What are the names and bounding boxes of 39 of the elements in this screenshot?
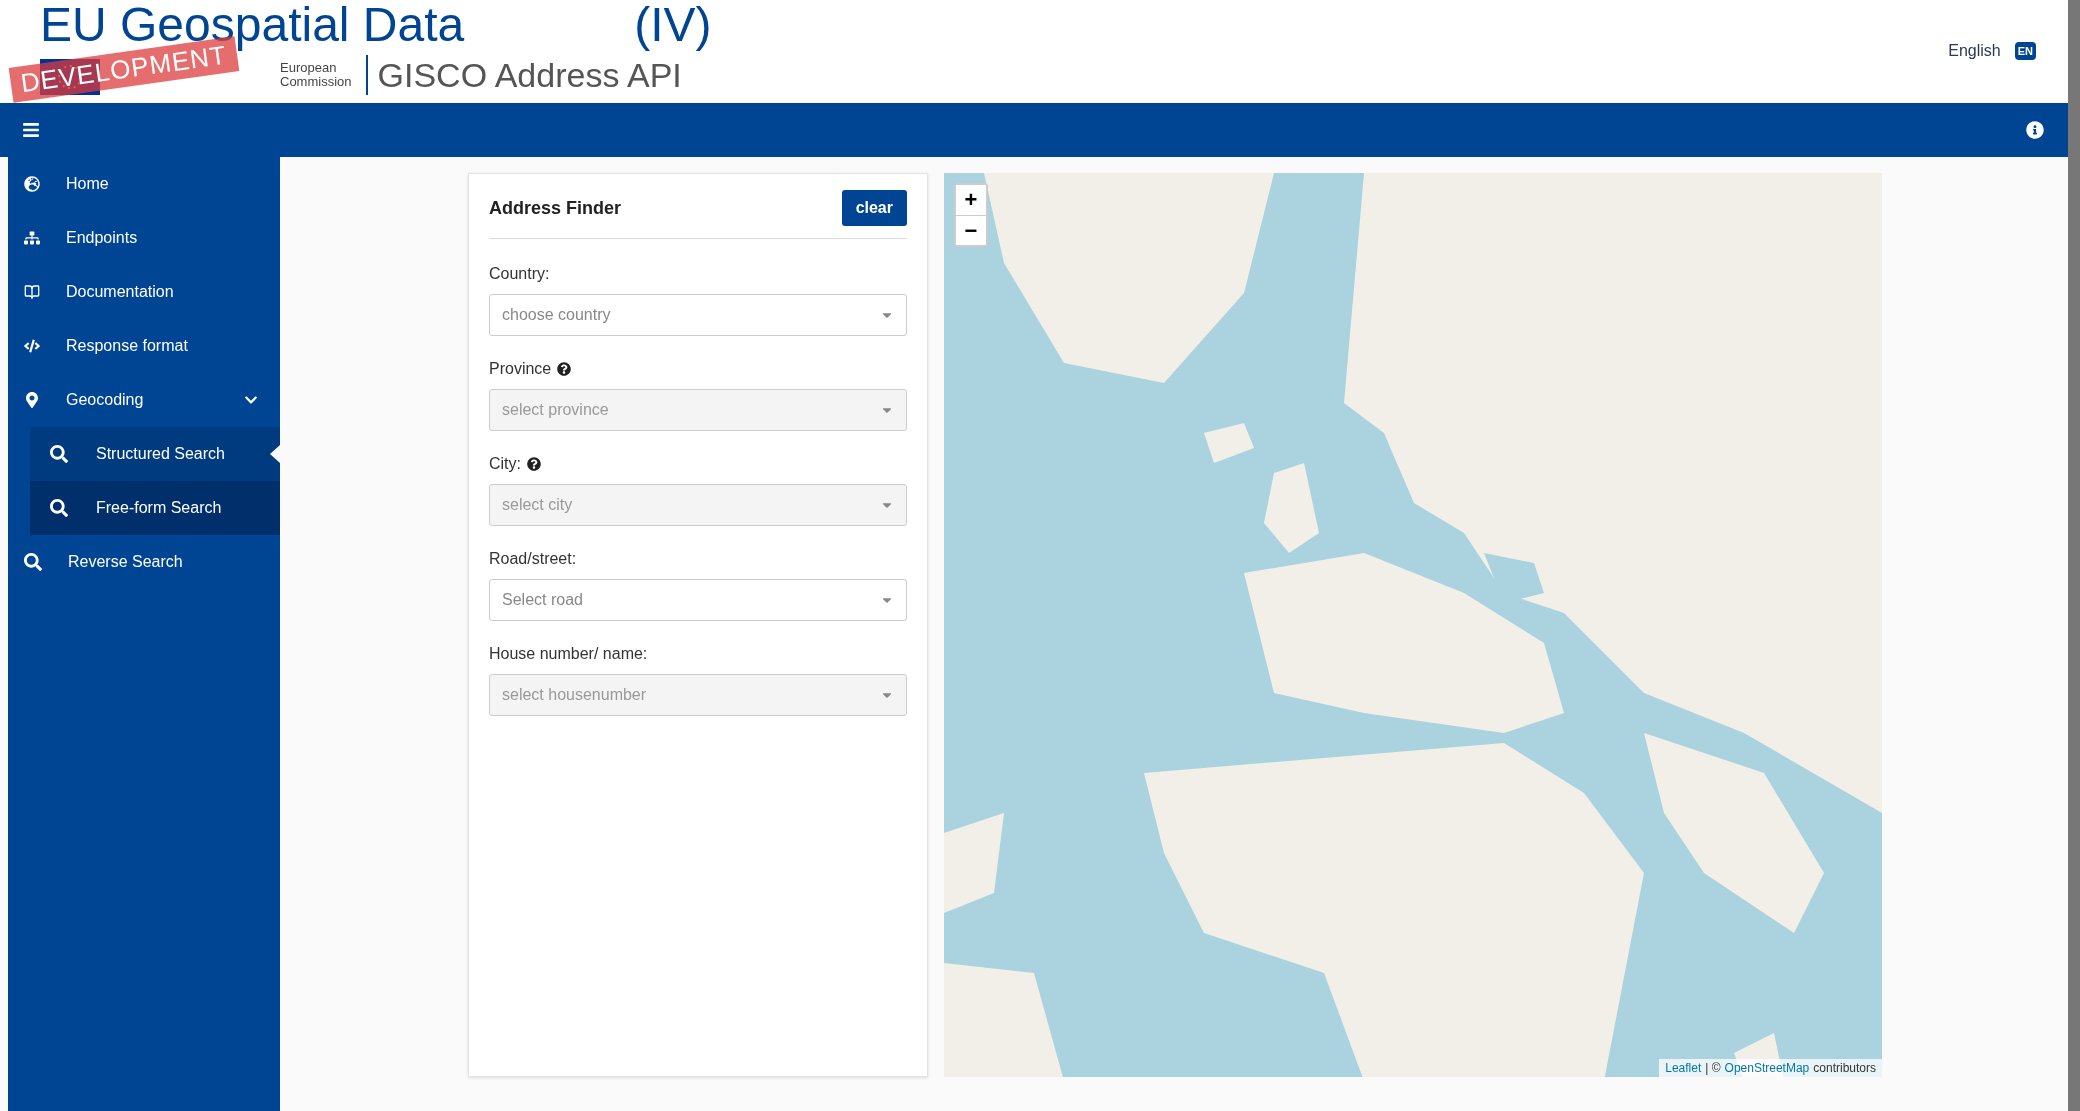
field-label: Road/street:	[489, 550, 577, 568]
logo-text: European	[280, 61, 338, 75]
active-pointer-icon	[270, 445, 280, 463]
slide-title-suffix: (IV)	[634, 0, 712, 50]
field-label: House number/ name:	[489, 645, 648, 663]
map-attribution: Leaflet | © OpenStreetMap contributors	[1659, 1059, 1882, 1077]
attribution-link[interactable]: Leaflet	[1665, 1061, 1702, 1075]
search-icon	[50, 499, 68, 517]
sidebar-item[interactable]: Reverse Search	[8, 535, 280, 589]
globe-icon	[24, 176, 40, 192]
sidebar-item[interactable]: Documentation	[8, 265, 280, 319]
select-field[interactable]: Select road	[489, 579, 907, 621]
code-icon	[24, 338, 40, 354]
map-pin-icon	[24, 392, 40, 408]
logo-text: Commission	[280, 75, 352, 89]
sidebar-subitem[interactable]: Structured Search	[30, 427, 280, 481]
book-icon	[24, 284, 40, 300]
search-icon	[50, 445, 68, 463]
sidebar-subitem[interactable]: Free-form Search	[30, 481, 280, 535]
clear-button[interactable]: clear	[841, 190, 907, 226]
sidebar-item[interactable]: Geocoding	[8, 373, 280, 427]
app-title: GISCO Address API	[377, 55, 682, 95]
search-icon	[24, 553, 42, 571]
sidebar-item[interactable]: Response format	[8, 319, 280, 373]
field-label: City:	[489, 455, 521, 473]
field-label: Province	[489, 360, 552, 378]
language-badge[interactable]: EN	[2014, 42, 2036, 60]
zoom-out-button[interactable]: −	[956, 215, 986, 245]
select-field[interactable]: choose country	[489, 294, 907, 336]
attribution-link[interactable]: OpenStreetMap	[1724, 1061, 1810, 1075]
sidebar-item[interactable]: Endpoints	[8, 211, 280, 265]
scrollbar[interactable]	[2068, 0, 2080, 1111]
info-button[interactable]	[2026, 121, 2044, 139]
card-title: Address Finder	[489, 197, 622, 219]
language-link[interactable]: English	[1948, 42, 2001, 60]
menu-button[interactable]	[22, 121, 40, 139]
field-label: Country:	[489, 265, 550, 283]
sitemap-icon	[24, 230, 40, 246]
sidebar-item[interactable]: Home	[8, 157, 280, 211]
